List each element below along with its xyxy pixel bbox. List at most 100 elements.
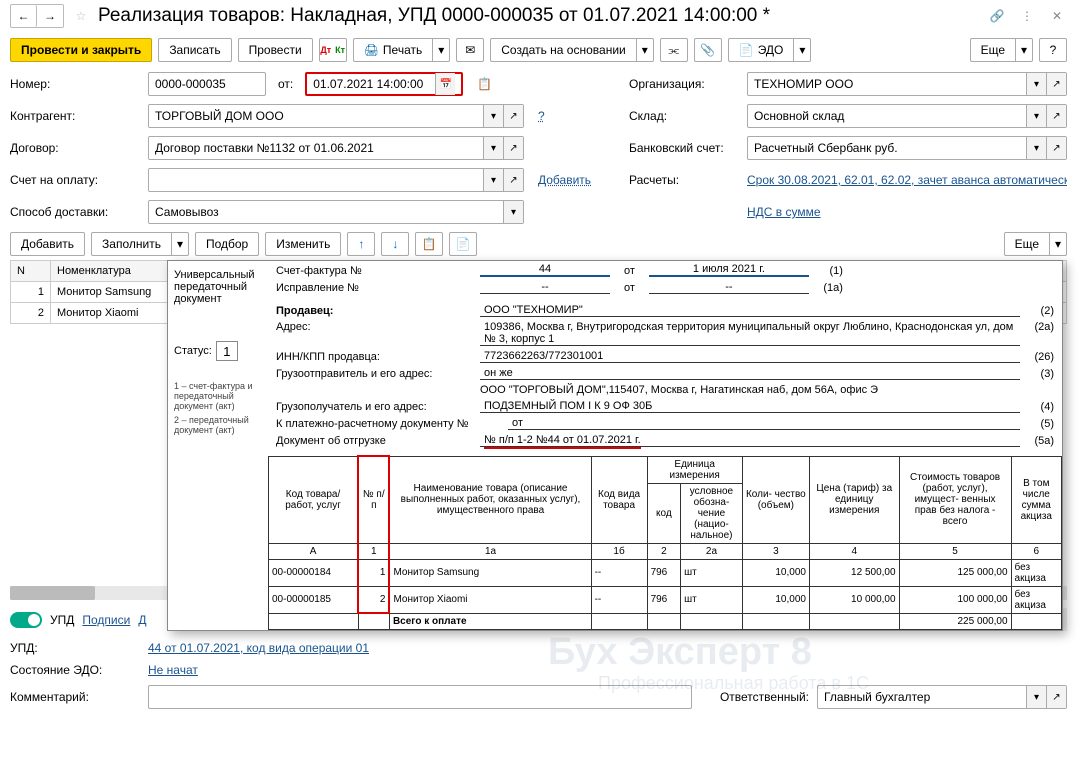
consignee-label: Грузополучатель и его адрес:	[276, 401, 476, 413]
paperclip-icon: 📎	[700, 43, 715, 57]
calendar-button[interactable]: 📅	[435, 73, 455, 95]
save-button[interactable]: Записать	[158, 38, 231, 62]
warehouse-dropdown[interactable]: ▾	[1026, 105, 1046, 127]
nav-back[interactable]: ←	[11, 5, 37, 27]
calc-label: Расчеты:	[629, 173, 739, 187]
fill-dropdown[interactable]: ▾	[171, 232, 189, 256]
counterparty-help-link[interactable]: ?	[538, 109, 545, 123]
link-icon[interactable]: 🔗	[987, 6, 1007, 26]
counterparty-open[interactable]: ↗	[503, 105, 523, 127]
invoice-input[interactable]	[149, 171, 483, 189]
responsible-open[interactable]: ↗	[1046, 686, 1066, 708]
contract-input[interactable]	[149, 139, 483, 157]
counterparty-label: Контрагент:	[10, 109, 140, 123]
fill-button[interactable]: Заполнить	[91, 232, 171, 256]
upd-toggle[interactable]	[10, 612, 42, 628]
contract-dropdown[interactable]: ▾	[483, 137, 503, 159]
consignee-addr1: ООО "ТОРГОВЫЙ ДОМ",115407, Москва г, Наг…	[480, 384, 1020, 396]
print-button[interactable]: 🖨Печать	[353, 38, 433, 62]
doc-mode-icon[interactable]: 📋	[477, 77, 492, 91]
shipper-label: Грузоотправитель и его адрес:	[276, 368, 476, 380]
warehouse-open[interactable]: ↗	[1046, 105, 1066, 127]
org-input[interactable]	[748, 75, 1026, 93]
counterparty-dropdown[interactable]: ▾	[483, 105, 503, 127]
bank-open[interactable]: ↗	[1046, 137, 1066, 159]
popup-doc-title: Универсальный передаточный документ	[174, 269, 262, 305]
popup-total-row: Всего к оплате 225 000,00	[269, 613, 1062, 629]
from-label: от:	[278, 77, 293, 91]
edo-status-label: Состояние ЭДО:	[10, 663, 140, 677]
change-button[interactable]: Изменить	[265, 232, 341, 256]
delivery-dropdown[interactable]: ▾	[503, 201, 523, 223]
nav-forward[interactable]: →	[37, 5, 63, 27]
print-dropdown[interactable]: ▾	[432, 38, 450, 62]
arrow-up-icon: ↑	[358, 237, 364, 251]
col-n[interactable]: N	[11, 261, 51, 282]
delivery-input[interactable]	[149, 203, 503, 221]
warehouse-label: Склад:	[629, 109, 739, 123]
invoice-dropdown[interactable]: ▾	[483, 169, 503, 191]
contract-open[interactable]: ↗	[503, 137, 523, 159]
shipdoc-value: № п/п 1-2 №44 от 01.07.2021 г.	[480, 434, 1020, 447]
add-row-button[interactable]: Добавить	[10, 232, 85, 256]
addr-label: Адрес:	[276, 321, 476, 333]
delivery-label: Способ доставки:	[10, 205, 140, 219]
org-label: Организация:	[629, 77, 739, 91]
move-down-button[interactable]: ↓	[381, 232, 409, 256]
shipdoc-label: Документ об отгрузке	[276, 435, 476, 447]
edo-status-link[interactable]: Не начат	[148, 663, 198, 677]
inn-value: 7723662263/772301001	[480, 350, 1020, 363]
signatures-link[interactable]: Подписи	[82, 613, 130, 627]
upd-link[interactable]: 44 от 01.07.2021, код вида операции 01	[148, 641, 369, 655]
responsible-dropdown[interactable]: ▾	[1026, 686, 1046, 708]
seller-value: ООО "ТЕХНОМИР"	[480, 304, 1020, 317]
table-more-button[interactable]: Еще	[1004, 232, 1049, 256]
upd-toggle-label: УПД	[50, 613, 74, 627]
table-more-dropdown[interactable]: ▾	[1049, 232, 1067, 256]
email-button[interactable]: ✉	[456, 38, 484, 62]
sf-date: 1 июля 2021 г.	[649, 263, 809, 277]
seller-label: Продавец:	[276, 305, 476, 317]
bank-input[interactable]	[748, 139, 1026, 157]
copy-button[interactable]: 📋	[415, 232, 443, 256]
related-docs-button[interactable]: ⫘	[660, 38, 688, 62]
invoice-label: Счет на оплату:	[10, 173, 140, 187]
close-icon[interactable]: ✕	[1047, 6, 1067, 26]
dtkt-button[interactable]: ДтКт	[319, 38, 347, 62]
paste-button[interactable]: 📄	[449, 232, 477, 256]
select-button[interactable]: Подбор	[195, 232, 259, 256]
invoice-open[interactable]: ↗	[503, 169, 523, 191]
status-input[interactable]	[216, 341, 238, 361]
more-dropdown[interactable]: ▾	[1015, 38, 1033, 62]
responsible-label: Ответственный:	[720, 690, 809, 704]
post-and-close-button[interactable]: Провести и закрыть	[10, 38, 152, 62]
responsible-input[interactable]	[818, 688, 1026, 706]
sf-label: Счет-фактура №	[276, 265, 476, 277]
post-button[interactable]: Провести	[238, 38, 313, 62]
org-dropdown[interactable]: ▾	[1026, 73, 1046, 95]
comment-input[interactable]	[149, 688, 691, 706]
nds-link[interactable]: НДС в сумме	[747, 205, 1067, 219]
favorite-icon[interactable]: ☆	[70, 5, 92, 27]
bank-dropdown[interactable]: ▾	[1026, 137, 1046, 159]
paydoc-value: от	[508, 417, 1020, 430]
shipper-value: он же	[480, 367, 1020, 380]
edo-dropdown[interactable]: ▾	[793, 38, 811, 62]
invoice-add-link[interactable]: Добавить	[538, 173, 591, 187]
move-up-button[interactable]: ↑	[347, 232, 375, 256]
create-based-button[interactable]: Создать на основании	[490, 38, 636, 62]
status-label: Статус:	[174, 345, 212, 357]
delivery-link[interactable]: Д	[138, 613, 146, 627]
counterparty-input[interactable]	[149, 107, 483, 125]
kebab-icon[interactable]: ⋮	[1017, 6, 1037, 26]
help-button[interactable]: ?	[1039, 38, 1067, 62]
create-based-dropdown[interactable]: ▾	[636, 38, 654, 62]
date-input[interactable]	[307, 75, 435, 93]
calc-link[interactable]: Срок 30.08.2021, 62.01, 62.02, зачет ава…	[747, 173, 1067, 187]
more-button[interactable]: Еще	[970, 38, 1015, 62]
paydoc-label: К платежно-расчетному документу №	[276, 418, 504, 430]
attach-button[interactable]: 📎	[694, 38, 722, 62]
org-open[interactable]: ↗	[1046, 73, 1066, 95]
warehouse-input[interactable]	[748, 107, 1026, 125]
edo-button[interactable]: 📄ЭДО	[728, 38, 794, 62]
